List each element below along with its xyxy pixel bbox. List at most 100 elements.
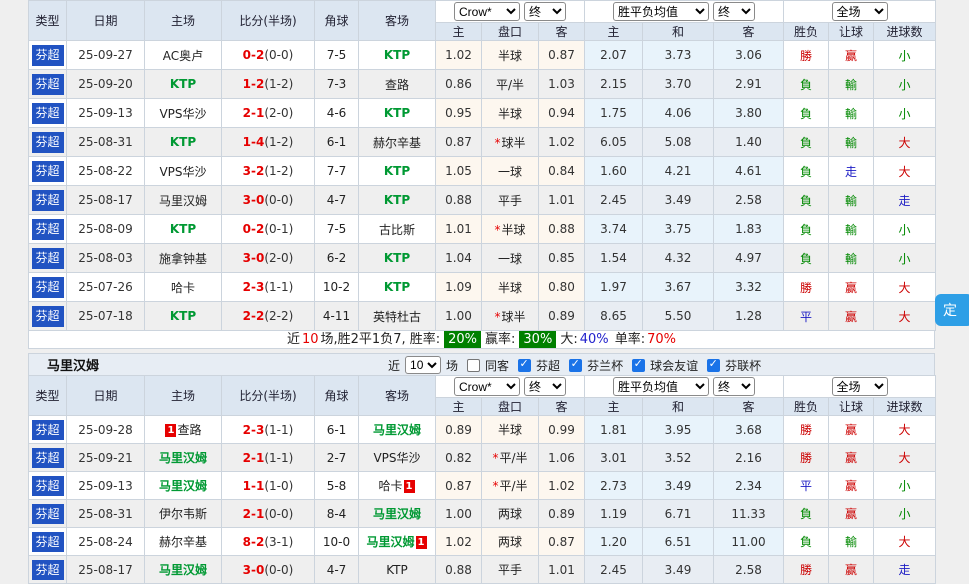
- euro-home-odds: 1.54: [585, 244, 643, 273]
- fulltime-score: 2-3: [243, 423, 265, 437]
- europe-odds-select[interactable]: 胜平负均值: [613, 2, 709, 21]
- asian-home-odds: 1.02: [436, 528, 482, 556]
- subcolumn-header-客: 客: [539, 23, 585, 41]
- subcolumn-header-进球数: 进球数: [874, 398, 936, 416]
- near-count-select[interactable]: 10: [405, 356, 441, 374]
- corner-cell: 6-1: [315, 416, 359, 444]
- away-team-cell: 马里汉姆: [359, 416, 436, 444]
- asian-home-odds: 1.00: [436, 302, 482, 331]
- asian-home-odds: 0.86: [436, 70, 482, 99]
- goals-result-cell: 小: [874, 215, 936, 244]
- away-team-cell: KTP: [359, 244, 436, 273]
- europe-state-select[interactable]: 终: [713, 2, 755, 21]
- euro-home-odds: 8.65: [585, 302, 643, 331]
- same-away-checkbox[interactable]: [467, 359, 480, 372]
- europe-odds-select[interactable]: 胜平负均值: [613, 377, 709, 396]
- handicap-cell: 一球: [482, 157, 539, 186]
- handicap-text: 一球: [498, 252, 522, 266]
- euro-draw-odds: 3.95: [643, 416, 714, 444]
- asian-away-odds: 0.89: [539, 302, 585, 331]
- europe-dropdown-cell: 胜平负均值终: [585, 376, 784, 398]
- away-team-cell: KTP: [359, 99, 436, 128]
- fulltime-score: 2-3: [243, 280, 265, 294]
- handicap-result-cell: 赢: [829, 416, 874, 444]
- header-row: 类型日期主场比分(半场)角球客场Crow*终胜平负均值终全场: [29, 1, 936, 23]
- column-header-主场: 主场: [145, 376, 222, 416]
- asian-home-odds: 1.01: [436, 215, 482, 244]
- handicap-result-cell: 輸: [829, 70, 874, 99]
- handicap-cell: 半球: [482, 416, 539, 444]
- filter-checkbox-芬联杯[interactable]: [707, 359, 720, 372]
- away-team-name: KTP: [384, 48, 410, 62]
- goals-result-cell: 大: [874, 128, 936, 157]
- league-cell: 芬超: [29, 500, 67, 528]
- goals-result-cell: 走: [874, 186, 936, 215]
- league-cell: 芬超: [29, 273, 67, 302]
- away-team-cell: 马里汉姆: [359, 500, 436, 528]
- fulltime-score: 3-0: [243, 563, 265, 577]
- filter-checkbox-芬兰杯[interactable]: [569, 359, 582, 372]
- away-team-name: 哈卡: [378, 479, 402, 493]
- euro-draw-odds: 3.52: [643, 444, 714, 472]
- euro-away-odds: 1.28: [714, 302, 784, 331]
- euro-draw-odds: 4.06: [643, 99, 714, 128]
- match-row: 芬超25-08-24赫尔辛基8-2(3-1)10-0马里汉姆11.02两球0.8…: [29, 528, 936, 556]
- date-cell: 25-08-31: [67, 128, 145, 157]
- bookmaker-select[interactable]: Crow*: [454, 377, 520, 396]
- home-team-cell: KTP: [145, 302, 222, 331]
- home-team-name: 赫尔辛基: [159, 535, 207, 549]
- bookmaker-state-select[interactable]: 终: [524, 377, 566, 396]
- scope-select[interactable]: 全场: [832, 2, 888, 21]
- home-team-cell: 马里汉姆: [145, 472, 222, 500]
- summary-count: 10: [302, 332, 319, 347]
- match-row: 芬超25-09-27AC奥卢0-2(0-0)7-5KTP1.02半球0.872.…: [29, 41, 936, 70]
- bookmaker-state-select[interactable]: 终: [524, 2, 566, 21]
- result-cell: 負: [784, 99, 829, 128]
- league-badge: 芬超: [32, 45, 64, 66]
- bookmaker-select[interactable]: Crow*: [454, 2, 520, 21]
- side-float-button[interactable]: 定: [935, 294, 969, 326]
- handicap-text: 半球: [498, 49, 522, 63]
- asian-home-odds: 0.87: [436, 128, 482, 157]
- handicap-text: 两球: [498, 535, 522, 549]
- date-cell: 25-08-24: [67, 528, 145, 556]
- handicap-text: 半球: [498, 107, 522, 121]
- scope-select[interactable]: 全场: [832, 377, 888, 396]
- summary-row: 近10场,胜2平1负7, 胜率:20%赢率:30%大:40% 单率:70%: [28, 331, 935, 349]
- halftime-score: (2-0): [264, 251, 293, 265]
- goals-result-cell: 大: [874, 273, 936, 302]
- handicap-result-cell: 輸: [829, 186, 874, 215]
- corner-cell: 7-5: [315, 215, 359, 244]
- match-row: 芬超25-08-17马里汉姆3-0(0-0)4-7KTP0.88平手1.012.…: [29, 556, 936, 584]
- league-badge: 芬超: [32, 219, 64, 240]
- league-badge: 芬超: [32, 420, 64, 440]
- score-cell: 0-2(0-0): [222, 41, 315, 70]
- handicap-result-cell: 赢: [829, 302, 874, 331]
- euro-draw-odds: 3.49: [643, 472, 714, 500]
- home-team-name: 马里汉姆: [159, 479, 207, 493]
- euro-away-odds: 2.91: [714, 70, 784, 99]
- fulltime-score: 1-2: [243, 77, 265, 91]
- score-cell: 0-2(0-1): [222, 215, 315, 244]
- asian-home-odds: 0.88: [436, 556, 482, 584]
- away-team-cell: 查路: [359, 70, 436, 99]
- home-team-cell: KTP: [145, 215, 222, 244]
- filter-checkbox-球会友谊[interactable]: [632, 359, 645, 372]
- europe-state-select[interactable]: 终: [713, 377, 755, 396]
- match-table: 类型日期主场比分(半场)角球客场Crow*终胜平负均值终全场主盘口客主和客胜负让…: [28, 375, 936, 584]
- result-cell: 勝: [784, 416, 829, 444]
- handicap-result-cell: 赢: [829, 556, 874, 584]
- halftime-score: (0-0): [264, 193, 293, 207]
- handicap-star: *: [492, 451, 498, 465]
- home-team-name: KTP: [170, 135, 196, 149]
- league-cell: 芬超: [29, 472, 67, 500]
- filter-checkbox-芬超[interactable]: [518, 359, 531, 372]
- fulltime-score: 0-2: [243, 222, 265, 236]
- euro-away-odds: 2.34: [714, 472, 784, 500]
- euro-away-odds: 11.00: [714, 528, 784, 556]
- red-card-badge: 1: [416, 536, 427, 549]
- handicap-result-cell: 輸: [829, 128, 874, 157]
- asian-away-odds: 0.99: [539, 416, 585, 444]
- handicap-cell: *球半: [482, 128, 539, 157]
- filter-controls: 近 10 场 同客 芬超芬兰杯球会友谊芬联杯: [385, 354, 764, 376]
